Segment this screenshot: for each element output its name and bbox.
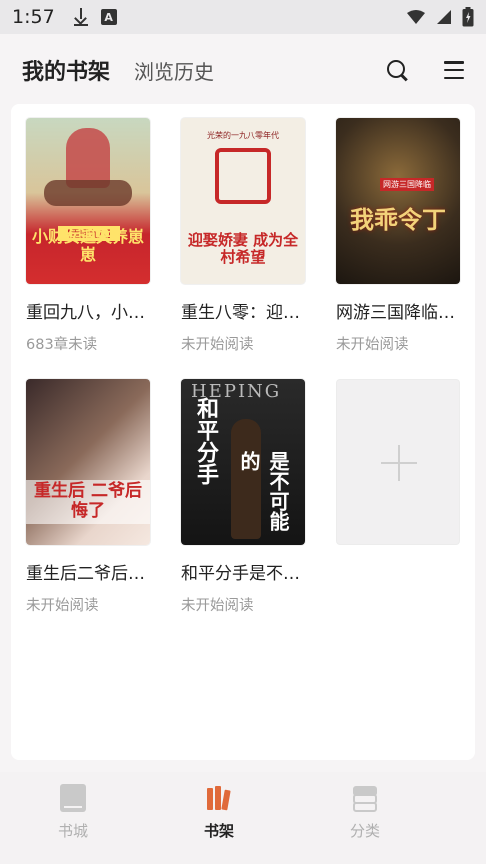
wifi-icon [407,10,425,24]
layers-icon [352,784,378,812]
status-bar: 1:57 A [0,0,486,34]
download-icon [73,8,89,26]
add-book-item[interactable] [336,379,462,545]
tab-my-bookshelf[interactable]: 我的书架 [22,54,110,86]
book-status: 未开始阅读 [181,598,254,614]
header-actions [386,59,464,81]
book-cover[interactable]: 重生后 二爷后悔了 [26,379,150,545]
status-right-icons [406,7,474,27]
bottom-nav: 书城 书架 分类 [0,772,486,864]
nav-label: 分类 [349,822,380,840]
header: 我的书架 浏览历史 [0,34,486,106]
book-title[interactable]: 网游三国降临… [336,298,462,323]
book-title[interactable]: 重回九八，小… [26,298,152,323]
book-status: 683章未读 [26,337,98,353]
cover-top-text: 光荣的一九八零年代 [207,131,279,140]
book-item[interactable]: 网游三国降临 我乖令丁 网游三国降临… 未开始阅读 [336,118,462,354]
nav-item-category[interactable]: 分类 [292,772,438,864]
cover-title: 重生后 二爷后悔了 [26,480,150,524]
book-item[interactable]: 重生后 二爷后悔了 重生后二爷后… 未开始阅读 [26,379,152,615]
book-cover[interactable]: 【重回九八】 小财女追夫养崽崽 [26,118,150,284]
cover-tag: 网游三国降临 [380,178,434,191]
nav-item-bookstore[interactable]: 书城 [0,772,146,864]
cover-subtitle: 是不可能的 [237,451,290,531]
book-icon [60,784,86,812]
search-icon[interactable] [386,59,408,81]
tab-browse-history[interactable]: 浏览历史 [134,56,214,85]
menu-icon[interactable] [444,61,464,79]
cover-title: 我乖令丁 [350,206,446,235]
book-item[interactable]: HEPING 和平分手 是不可能的 和平分手是不… 未开始阅读 [181,379,307,615]
bookshelf-panel: 【重回九八】 小财女追夫养崽崽 重回九八，小… 683章未读 光荣的一九八零年代… [11,104,475,760]
book-status: 未开始阅读 [181,337,254,353]
cover-title: 迎娶娇妻 成为全村希望 [187,230,299,266]
a-app-icon: A [100,9,117,25]
book-title[interactable]: 和平分手是不… [181,559,307,584]
nav-label: 书架 [203,822,234,840]
book-status: 未开始阅读 [336,337,409,353]
book-cover[interactable]: 网游三国降临 我乖令丁 [336,118,460,284]
book-cover[interactable]: 光荣的一九八零年代 迎娶娇妻 成为全村希望 [181,118,305,284]
book-item[interactable]: 光荣的一九八零年代 迎娶娇妻 成为全村希望 重生八零：迎… 未开始阅读 [181,118,307,354]
nav-label: 书城 [57,822,88,840]
signal-icon [437,10,451,24]
book-title[interactable]: 重生后二爷后… [26,559,152,584]
status-time: 1:57 [12,6,55,28]
nav-item-bookshelf[interactable]: 书架 [146,772,292,864]
book-cover[interactable]: HEPING 和平分手 是不可能的 [181,379,305,545]
book-status: 未开始阅读 [26,598,99,614]
battery-icon [462,7,474,27]
cover-title: 小财女追夫养崽崽 [31,226,144,264]
book-title[interactable]: 重生八零：迎… [181,298,307,323]
book-item[interactable]: 【重回九八】 小财女追夫养崽崽 重回九八，小… 683章未读 [26,118,152,354]
bookshelf-icon [206,784,232,812]
add-book-button[interactable] [336,379,460,545]
cover-title: 和平分手 [193,397,218,485]
status-left-icons: A [73,8,117,26]
